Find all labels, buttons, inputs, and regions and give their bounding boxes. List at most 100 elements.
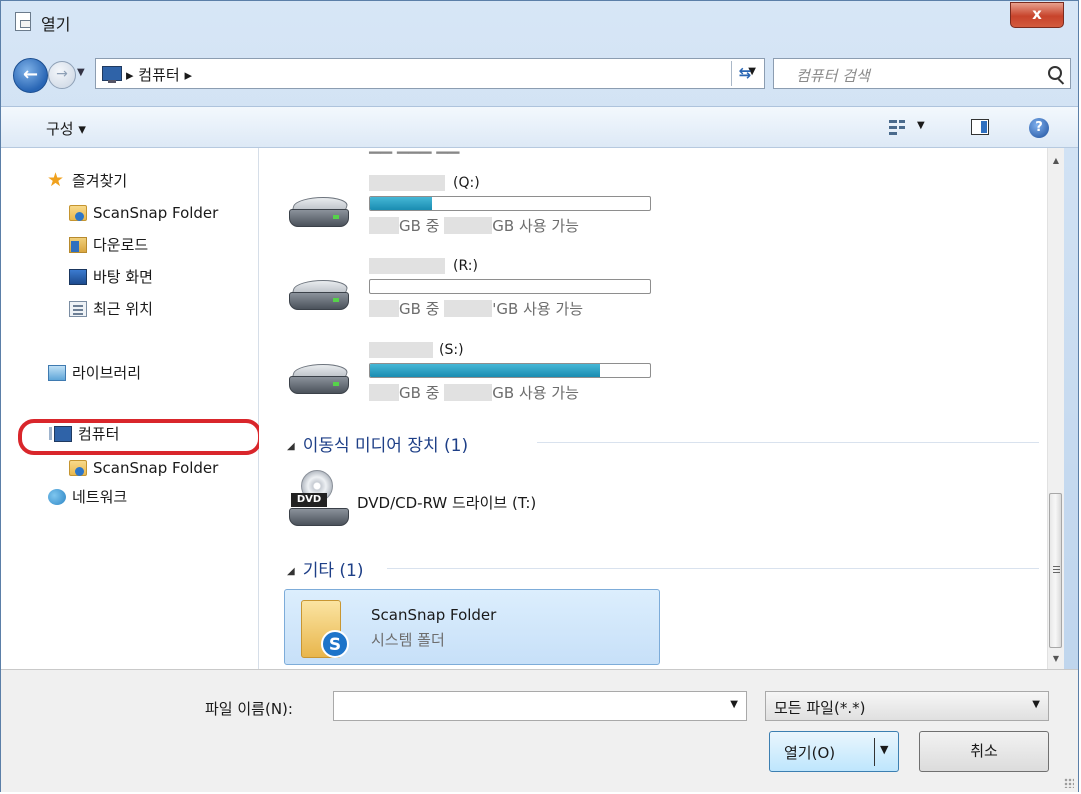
cancel-button[interactable]: 취소 [919, 731, 1049, 772]
drive-letter: (Q:) [453, 175, 480, 191]
gb-of-label: GB 중 [399, 300, 440, 318]
gb-of-label: GB 중 [399, 384, 440, 402]
resize-grip[interactable] [1064, 778, 1074, 788]
open-file-dialog: 열기 x ← → ▼ ▸ 컴퓨터 ▸ ▼ ⇆ 컴퓨터 검색 구성 ▾ ▼ ? 즐… [0, 0, 1079, 792]
dialog-footer: 파일 이름(N): ▼ 모든 파일(*.*) ▼ 열기(O) ▼ 취소 [1, 669, 1078, 792]
file-type-filter[interactable]: 모든 파일(*.*) ▼ [765, 691, 1049, 721]
file-type-dropdown-icon[interactable]: ▼ [1032, 699, 1040, 710]
hard-drive-icon [289, 197, 351, 233]
organize-button[interactable]: 구성 ▾ [46, 118, 86, 139]
clipped-row-above: ▁▁ ▁▁▁ ▁▁ [369, 148, 459, 154]
nav-label: 다운로드 [93, 236, 149, 254]
nav-scansnap-folder[interactable]: ScanSnap Folder [69, 200, 218, 226]
dialog-icon [15, 12, 31, 31]
drive-item[interactable]: (S:) GB 중 GB 사용 가능 [289, 342, 669, 424]
open-options-dropdown-icon[interactable]: ▼ [880, 743, 888, 756]
recent-places-icon [69, 301, 87, 317]
redacted-drive-name [369, 342, 433, 358]
computer-highlight-ring [18, 419, 262, 455]
back-arrow-icon[interactable]: ← [13, 58, 48, 93]
gb-free-label: GB 사용 가능 [492, 384, 579, 402]
search-placeholder: 컴퓨터 검색 [796, 67, 870, 85]
nav-desktop[interactable]: 바탕 화면 [69, 264, 153, 290]
nav-network[interactable]: 네트워크 [48, 484, 127, 510]
libraries-icon [48, 365, 66, 381]
nav-downloads[interactable]: 다운로드 [69, 232, 148, 258]
computer-icon [102, 66, 122, 83]
collapse-triangle-icon[interactable]: ◢ [287, 441, 295, 452]
window-title: 열기 [41, 15, 71, 34]
item-name: ScanSnap Folder [371, 606, 497, 624]
drive-usage-bar [369, 196, 651, 211]
gb-of-label: GB 중 [399, 217, 440, 235]
file-type-value: 모든 파일(*.*) [774, 699, 866, 717]
nav-label: 네트워크 [72, 488, 128, 506]
drive-letter: (S:) [439, 342, 464, 358]
drive-item[interactable]: (R:) GB 중 'GB 사용 가능 [289, 258, 669, 340]
filename-label: 파일 이름(N): [205, 700, 293, 718]
forward-arrow-icon[interactable]: → [48, 61, 76, 89]
item-type: 시스템 폴더 [371, 631, 445, 649]
network-icon [48, 489, 66, 505]
drive-item[interactable]: (Q:) GB 중 GB 사용 가능 [289, 175, 669, 257]
nav-computer-scansnap-folder[interactable]: ScanSnap Folder [69, 455, 218, 481]
group-header-removable[interactable]: ◢ 이동식 미디어 장치 (1) [287, 431, 468, 456]
nav-libraries[interactable]: 라이브러리 [48, 360, 141, 386]
redacted-drive-name [369, 258, 445, 274]
scroll-up-arrow-icon[interactable]: ▲ [1048, 152, 1064, 169]
hard-drive-icon [289, 364, 351, 400]
drive-usage-bar [369, 363, 651, 378]
nav-label: 즐겨찾기 [72, 172, 128, 190]
dvd-drive-name[interactable]: DVD/CD-RW 드라이브 (T:) [357, 492, 536, 513]
recent-pages-dropdown-icon[interactable]: ▼ [77, 67, 85, 78]
scroll-down-arrow-icon[interactable]: ▼ [1048, 650, 1064, 667]
drive-space-text: GB 중 GB 사용 가능 [369, 215, 579, 236]
breadcrumb[interactable]: ▸ 컴퓨터 ▸ [126, 64, 192, 85]
dvd-icon-label: DVD [291, 493, 327, 507]
nav-recent-places[interactable]: 최근 위치 [69, 296, 153, 322]
scansnap-folder-item[interactable]: S ScanSnap Folder 시스템 폴더 [284, 589, 660, 665]
preview-pane-icon[interactable] [971, 119, 989, 135]
file-list-area: ▁▁ ▁▁▁ ▁▁ (Q:) GB 중 GB 사용 가능 (R:) GB 중 '… [259, 148, 1047, 669]
dvd-drive-icon[interactable]: DVD [289, 470, 349, 528]
gb-free-label: 'GB 사용 가능 [492, 300, 584, 318]
group-divider [387, 568, 1039, 569]
nav-label: ScanSnap Folder [93, 204, 219, 222]
collapse-triangle-icon[interactable]: ◢ [287, 566, 295, 577]
drive-space-text: GB 중 'GB 사용 가능 [369, 298, 583, 319]
open-button-label: 열기(O) [784, 744, 836, 762]
filename-dropdown-icon[interactable]: ▼ [730, 699, 738, 710]
hard-drive-icon [289, 280, 351, 316]
close-button[interactable]: x [1010, 2, 1064, 28]
filename-input[interactable]: ▼ [333, 691, 747, 721]
vertical-scrollbar[interactable]: ▲ ▼ [1047, 148, 1064, 669]
nav-label: 바탕 화면 [93, 268, 153, 286]
address-bar-row: ← → ▼ ▸ 컴퓨터 ▸ ▼ ⇆ 컴퓨터 검색 [13, 58, 1071, 93]
address-bar[interactable]: ▸ 컴퓨터 ▸ ▼ [95, 58, 765, 89]
navigation-pane: 즐겨찾기 ScanSnap Folder 다운로드 바탕 화면 최근 위치 라이… [1, 148, 259, 669]
split-divider [874, 738, 875, 766]
drive-usage-bar [369, 279, 651, 294]
group-title: 이동식 미디어 장치 (1) [302, 436, 469, 456]
drive-usage-fill [370, 197, 432, 210]
refresh-icon[interactable]: ⇆ [731, 61, 758, 86]
open-button[interactable]: 열기(O) ▼ [769, 731, 899, 772]
redacted-drive-name [369, 175, 445, 191]
drive-letter: (R:) [453, 258, 478, 274]
drive-usage-fill [370, 364, 600, 377]
gb-free-label: GB 사용 가능 [492, 217, 579, 235]
scansnap-badge-icon: S [321, 630, 349, 658]
scroll-thumb[interactable] [1049, 493, 1062, 648]
group-title: 기타 (1) [302, 561, 364, 581]
search-icon[interactable] [1048, 66, 1062, 80]
nav-label: ScanSnap Folder [93, 459, 219, 477]
change-view-icon[interactable]: ▼ [889, 118, 929, 138]
command-bar: 구성 ▾ ▼ ? [1, 106, 1078, 148]
nav-label: 최근 위치 [93, 300, 153, 318]
search-input[interactable]: 컴퓨터 검색 [773, 58, 1071, 89]
nav-favorites[interactable]: 즐겨찾기 [47, 167, 128, 194]
group-header-other[interactable]: ◢ 기타 (1) [287, 556, 363, 581]
help-icon[interactable]: ? [1029, 118, 1049, 138]
downloads-folder-icon [69, 237, 87, 253]
group-divider [537, 442, 1039, 443]
